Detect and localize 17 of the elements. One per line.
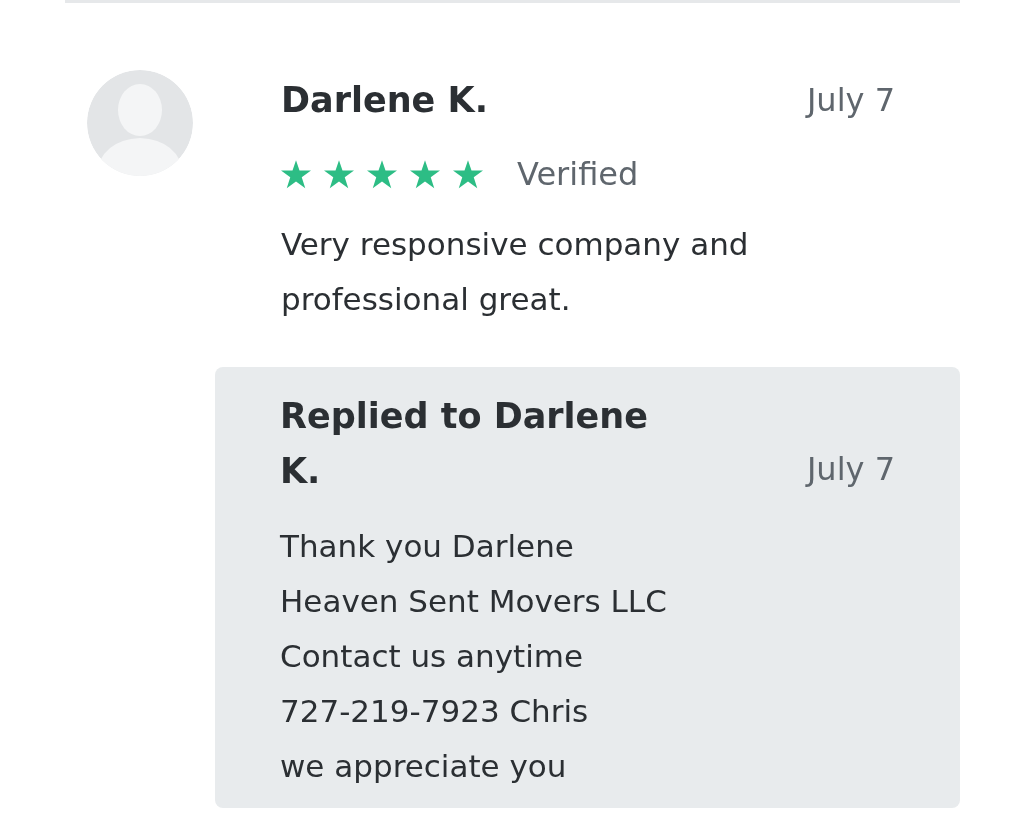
reviewer-name: Darlene K.: [281, 79, 488, 122]
star-icon: [324, 159, 354, 189]
review-date: July 7: [806, 80, 895, 121]
reply-text-line: Heaven Sent Movers LLC: [280, 582, 668, 621]
star-icon: [281, 159, 311, 189]
reply-text-line: 727-219-7923 Chris: [280, 692, 590, 731]
reply-text-line: Thank you Darlene: [280, 527, 575, 566]
reply-date: July 7: [806, 449, 895, 490]
review-text: Very responsive company and professional great.: [281, 225, 750, 319]
verified-label: Verified: [517, 155, 639, 193]
star-icon: [453, 159, 483, 189]
avatar-icon: [87, 70, 193, 176]
reply-text-line: Contact us anytime: [280, 637, 585, 676]
star-icon: [410, 159, 440, 189]
star-icon: [367, 159, 397, 189]
reply-text-line: we appreciate you: [280, 747, 568, 786]
reply-title: Replied to Darlene K.: [280, 395, 649, 493]
